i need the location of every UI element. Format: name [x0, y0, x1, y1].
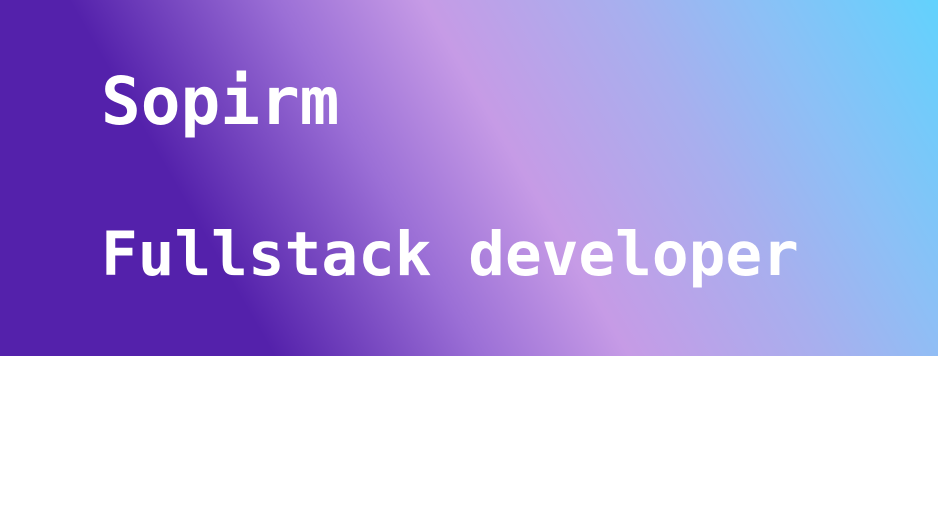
hero-banner: Sopirm Fullstack developer	[0, 0, 938, 356]
hero-name: Sopirm	[101, 63, 340, 140]
blank-content-area	[0, 356, 938, 516]
hero-role: Fullstack developer	[101, 219, 799, 290]
